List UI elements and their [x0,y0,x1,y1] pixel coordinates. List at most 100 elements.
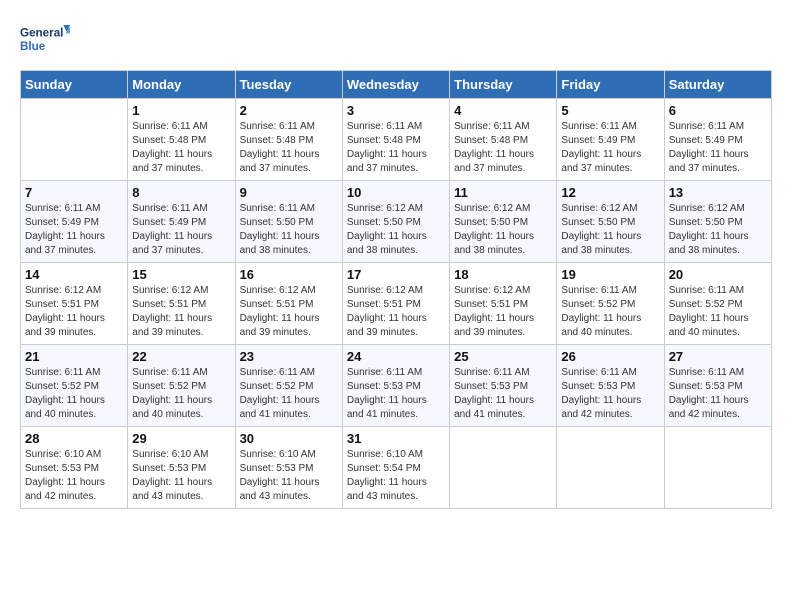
logo: General Blue [20,20,70,60]
day-number: 23 [240,349,338,364]
calendar-cell: 21 Sunrise: 6:11 AM Sunset: 5:52 PM Dayli… [21,345,128,427]
calendar-cell: 8 Sunrise: 6:11 AM Sunset: 5:49 PM Daylig… [128,181,235,263]
day-info: Sunrise: 6:11 AM Sunset: 5:48 PM Dayligh… [347,120,445,176]
day-number: 19 [561,267,659,282]
day-number: 3 [347,103,445,118]
day-info: Sunrise: 6:12 AM Sunset: 5:51 PM Dayligh… [25,284,123,340]
calendar-cell: 20 Sunrise: 6:11 AM Sunset: 5:52 PM Dayli… [664,263,771,345]
day-number: 12 [561,185,659,200]
day-info: Sunrise: 6:11 AM Sunset: 5:49 PM Dayligh… [561,120,659,176]
day-info: Sunrise: 6:12 AM Sunset: 5:50 PM Dayligh… [669,202,767,258]
day-number: 10 [347,185,445,200]
day-info: Sunrise: 6:11 AM Sunset: 5:49 PM Dayligh… [669,120,767,176]
calendar-cell: 27 Sunrise: 6:11 AM Sunset: 5:53 PM Dayli… [664,345,771,427]
day-number: 21 [25,349,123,364]
calendar-cell [557,427,664,509]
day-info: Sunrise: 6:12 AM Sunset: 5:50 PM Dayligh… [454,202,552,258]
day-number: 25 [454,349,552,364]
calendar-cell [21,99,128,181]
day-number: 16 [240,267,338,282]
calendar-cell: 6Sunrise: 6:11 AM Sunset: 5:49 PM Daylig… [664,99,771,181]
day-number: 14 [25,267,123,282]
calendar-cell: 26 Sunrise: 6:11 AM Sunset: 5:53 PM Dayli… [557,345,664,427]
calendar-cell: 17 Sunrise: 6:12 AM Sunset: 5:51 PM Dayli… [342,263,449,345]
calendar-table: SundayMondayTuesdayWednesdayThursdayFrid… [20,70,772,509]
day-number: 22 [132,349,230,364]
header-friday: Friday [557,71,664,99]
header-sunday: Sunday [21,71,128,99]
calendar-cell: 16 Sunrise: 6:12 AM Sunset: 5:51 PM Dayli… [235,263,342,345]
day-info: Sunrise: 6:11 AM Sunset: 5:52 PM Dayligh… [240,366,338,422]
day-number: 1 [132,103,230,118]
day-info: Sunrise: 6:12 AM Sunset: 5:51 PM Dayligh… [132,284,230,340]
calendar-cell [450,427,557,509]
day-info: Sunrise: 6:12 AM Sunset: 5:51 PM Dayligh… [347,284,445,340]
svg-text:Blue: Blue [20,40,46,53]
day-info: Sunrise: 6:12 AM Sunset: 5:50 PM Dayligh… [561,202,659,258]
calendar-week-row: 28 Sunrise: 6:10 AM Sunset: 5:53 PM Dayli… [21,427,772,509]
day-number: 17 [347,267,445,282]
day-info: Sunrise: 6:11 AM Sunset: 5:49 PM Dayligh… [132,202,230,258]
day-info: Sunrise: 6:10 AM Sunset: 5:53 PM Dayligh… [240,448,338,504]
calendar-cell: 14 Sunrise: 6:12 AM Sunset: 5:51 PM Dayli… [21,263,128,345]
day-number: 20 [669,267,767,282]
day-number: 31 [347,431,445,446]
day-number: 26 [561,349,659,364]
header-wednesday: Wednesday [342,71,449,99]
calendar-cell: 2Sunrise: 6:11 AM Sunset: 5:48 PM Daylig… [235,99,342,181]
calendar-cell: 9Sunrise: 6:11 AM Sunset: 5:50 PM Daylig… [235,181,342,263]
day-info: Sunrise: 6:11 AM Sunset: 5:48 PM Dayligh… [132,120,230,176]
calendar-cell: 1 Sunrise: 6:11 AM Sunset: 5:48 PM Daylig… [128,99,235,181]
day-number: 18 [454,267,552,282]
calendar-cell: 31 Sunrise: 6:10 AM Sunset: 5:54 PM Dayli… [342,427,449,509]
day-info: Sunrise: 6:11 AM Sunset: 5:48 PM Dayligh… [454,120,552,176]
day-info: Sunrise: 6:11 AM Sunset: 5:52 PM Dayligh… [669,284,767,340]
day-number: 24 [347,349,445,364]
calendar-cell: 25 Sunrise: 6:11 AM Sunset: 5:53 PM Dayli… [450,345,557,427]
day-info: Sunrise: 6:11 AM Sunset: 5:53 PM Dayligh… [669,366,767,422]
calendar-cell: 22 Sunrise: 6:11 AM Sunset: 5:52 PM Dayli… [128,345,235,427]
calendar-cell: 7 Sunrise: 6:11 AM Sunset: 5:49 PM Daylig… [21,181,128,263]
calendar-cell: 13Sunrise: 6:12 AM Sunset: 5:50 PM Dayli… [664,181,771,263]
calendar-cell: 15Sunrise: 6:12 AM Sunset: 5:51 PM Dayli… [128,263,235,345]
day-number: 7 [25,185,123,200]
day-number: 8 [132,185,230,200]
calendar-cell: 4 Sunrise: 6:11 AM Sunset: 5:48 PM Daylig… [450,99,557,181]
header-tuesday: Tuesday [235,71,342,99]
day-number: 4 [454,103,552,118]
svg-text:General: General [20,27,63,40]
calendar-cell [664,427,771,509]
day-info: Sunrise: 6:11 AM Sunset: 5:53 PM Dayligh… [561,366,659,422]
day-info: Sunrise: 6:11 AM Sunset: 5:53 PM Dayligh… [347,366,445,422]
calendar-cell: 11 Sunrise: 6:12 AM Sunset: 5:50 PM Dayli… [450,181,557,263]
day-number: 27 [669,349,767,364]
calendar-cell: 24 Sunrise: 6:11 AM Sunset: 5:53 PM Dayli… [342,345,449,427]
header-saturday: Saturday [664,71,771,99]
day-number: 5 [561,103,659,118]
day-info: Sunrise: 6:10 AM Sunset: 5:53 PM Dayligh… [132,448,230,504]
calendar-week-row: 14 Sunrise: 6:12 AM Sunset: 5:51 PM Dayli… [21,263,772,345]
day-number: 11 [454,185,552,200]
calendar-week-row: 1 Sunrise: 6:11 AM Sunset: 5:48 PM Daylig… [21,99,772,181]
day-number: 28 [25,431,123,446]
day-info: Sunrise: 6:12 AM Sunset: 5:51 PM Dayligh… [240,284,338,340]
calendar-cell: 23 Sunrise: 6:11 AM Sunset: 5:52 PM Dayli… [235,345,342,427]
calendar-cell: 29 Sunrise: 6:10 AM Sunset: 5:53 PM Dayli… [128,427,235,509]
day-info: Sunrise: 6:11 AM Sunset: 5:53 PM Dayligh… [454,366,552,422]
calendar-cell: 19Sunrise: 6:11 AM Sunset: 5:52 PM Dayli… [557,263,664,345]
calendar-cell: 5 Sunrise: 6:11 AM Sunset: 5:49 PM Daylig… [557,99,664,181]
day-info: Sunrise: 6:10 AM Sunset: 5:54 PM Dayligh… [347,448,445,504]
calendar-week-row: 21 Sunrise: 6:11 AM Sunset: 5:52 PM Dayli… [21,345,772,427]
day-info: Sunrise: 6:11 AM Sunset: 5:52 PM Dayligh… [25,366,123,422]
calendar-header-row: SundayMondayTuesdayWednesdayThursdayFrid… [21,71,772,99]
day-number: 30 [240,431,338,446]
day-info: Sunrise: 6:11 AM Sunset: 5:52 PM Dayligh… [132,366,230,422]
day-number: 29 [132,431,230,446]
logo-svg: General Blue [20,20,70,60]
calendar-cell: 10Sunrise: 6:12 AM Sunset: 5:50 PM Dayli… [342,181,449,263]
day-info: Sunrise: 6:11 AM Sunset: 5:49 PM Dayligh… [25,202,123,258]
day-info: Sunrise: 6:12 AM Sunset: 5:51 PM Dayligh… [454,284,552,340]
day-info: Sunrise: 6:10 AM Sunset: 5:53 PM Dayligh… [25,448,123,504]
calendar-cell: 28 Sunrise: 6:10 AM Sunset: 5:53 PM Dayli… [21,427,128,509]
calendar-cell: 18 Sunrise: 6:12 AM Sunset: 5:51 PM Dayli… [450,263,557,345]
